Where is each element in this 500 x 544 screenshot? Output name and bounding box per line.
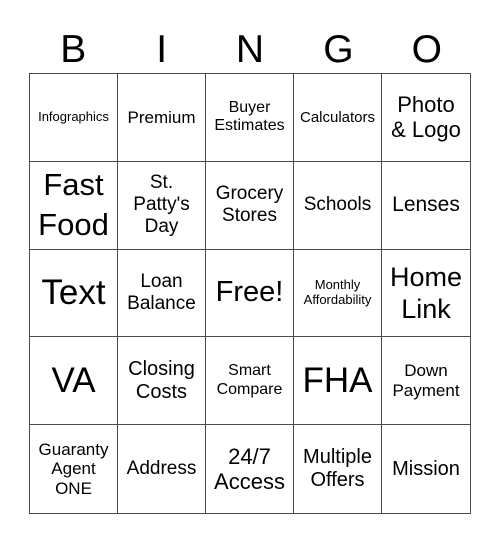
bingo-cell[interactable]: Lenses: [382, 162, 470, 250]
cell-text: Mission: [392, 457, 460, 480]
header-letter-i: I: [156, 28, 168, 71]
cell-text: Fast Food: [38, 166, 109, 243]
cell-text: Infographics: [38, 108, 109, 124]
cell-text: FHA: [302, 360, 373, 400]
cell-text: Down Payment: [392, 361, 460, 400]
cell-text: Premium: [127, 107, 196, 127]
bingo-cell[interactable]: FHA: [294, 337, 382, 426]
cell-text: Multiple Offers: [303, 446, 372, 492]
bingo-cell[interactable]: Home Link: [382, 250, 470, 338]
cell-text: Grocery Stores: [215, 183, 284, 227]
cell-text: Calculators: [299, 108, 376, 126]
cell-text: St. Patty's Day: [133, 172, 190, 238]
cell-text: Schools: [303, 194, 372, 216]
bingo-cell[interactable]: Schools: [294, 161, 382, 250]
cell-text: Closing Costs: [128, 357, 195, 403]
bingo-cell[interactable]: Infographics: [30, 74, 118, 162]
bingo-cell[interactable]: Buyer Estimates: [206, 74, 294, 162]
bingo-cell[interactable]: Multiple Offers: [294, 425, 382, 513]
bingo-cell[interactable]: 24/7 Access: [206, 425, 294, 513]
bingo-cell[interactable]: Grocery Stores: [206, 161, 294, 250]
cell-text: Free!: [215, 276, 284, 309]
bingo-cell[interactable]: Down Payment: [382, 337, 470, 426]
bingo-cell[interactable]: Mission: [382, 425, 470, 513]
cell-text: Address: [126, 458, 197, 480]
cell-text: Photo & Logo: [391, 92, 461, 143]
bingo-cell[interactable]: Smart Compare: [206, 337, 294, 426]
cell-text: Guaranty Agent ONE: [38, 439, 109, 498]
bingo-cell[interactable]: Loan Balance: [118, 249, 206, 338]
bingo-cell[interactable]: Fast Food: [30, 161, 118, 250]
header-letter-b: B: [60, 28, 87, 71]
cell-text: Home Link: [389, 261, 463, 324]
cell-text: Loan Balance: [127, 271, 196, 314]
bingo-cell[interactable]: Closing Costs: [118, 337, 206, 426]
cell-text: 24/7 Access: [214, 443, 285, 495]
header-letter-n: N: [235, 28, 265, 71]
bingo-cell[interactable]: Monthly Affordability: [294, 249, 382, 338]
cell-text: VA: [51, 360, 96, 400]
header-letter-o: O: [411, 28, 442, 71]
cell-text: Smart Compare: [216, 362, 283, 398]
bingo-header: B I N G O: [29, 28, 471, 72]
cell-text: Lenses: [392, 193, 460, 217]
cell-text: Text: [41, 272, 106, 312]
cell-text: Buyer Estimates: [214, 99, 285, 135]
bingo-cell[interactable]: Text: [30, 249, 118, 338]
cell-text: Monthly Affordability: [303, 277, 372, 307]
free-space-cell[interactable]: Free!: [206, 249, 294, 338]
bingo-cell[interactable]: Guaranty Agent ONE: [30, 425, 118, 513]
bingo-cell[interactable]: Premium: [118, 74, 206, 162]
bingo-cell[interactable]: Photo & Logo: [382, 74, 470, 162]
bingo-cell[interactable]: Calculators: [294, 74, 382, 162]
bingo-grid: Infographics Premium Buyer Estimates Cal…: [29, 73, 471, 514]
bingo-cell[interactable]: Address: [118, 425, 206, 513]
header-letter-g: G: [323, 28, 354, 71]
bingo-cell[interactable]: St. Patty's Day: [118, 161, 206, 250]
bingo-cell[interactable]: VA: [30, 337, 118, 426]
